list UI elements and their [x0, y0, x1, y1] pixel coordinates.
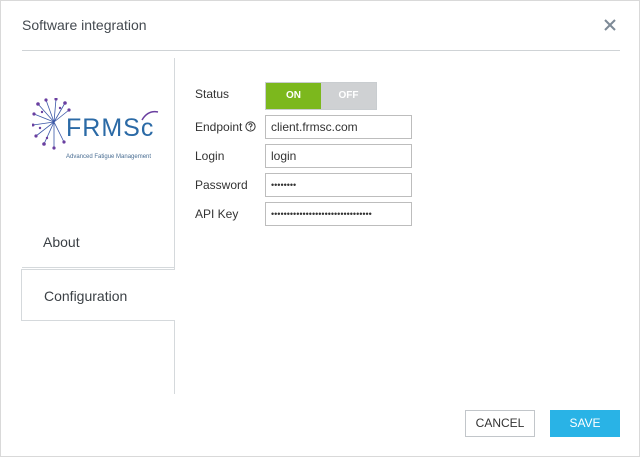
status-toggle[interactable]: ON OFF — [265, 82, 377, 110]
save-button[interactable]: SAVE — [550, 410, 620, 437]
status-on-button[interactable]: ON — [266, 83, 321, 109]
close-icon[interactable] — [600, 13, 620, 37]
sidebar-item-about[interactable]: About — [22, 216, 175, 268]
logo-tagline: Advanced Fatigue Management — [66, 154, 152, 160]
login-label: Login — [195, 149, 225, 163]
logo-swoosh-icon — [141, 110, 159, 121]
sidebar: FRMSc Advanced Fatigue Management About … — [21, 58, 175, 394]
password-label: Password — [195, 178, 248, 192]
login-input[interactable]: login — [265, 144, 412, 168]
status-label: Status — [195, 87, 230, 101]
question-circle-icon[interactable] — [245, 121, 256, 135]
status-off-button[interactable]: OFF — [321, 83, 376, 109]
api-key-input[interactable]: •••••••••••••••••••••••••••••••• — [265, 202, 412, 226]
password-input[interactable]: •••••••• — [265, 173, 412, 197]
sidebar-item-configuration[interactable]: Configuration — [21, 269, 175, 321]
sidebar-item-label: About — [43, 234, 80, 250]
endpoint-label: Endpoint — [195, 120, 256, 135]
frmsc-logo: FRMSc Advanced Fatigue Management — [32, 98, 162, 168]
dialog-header: Software integration — [22, 1, 620, 51]
endpoint-label-text: Endpoint — [195, 120, 243, 134]
endpoint-input[interactable]: client.frmsc.com — [265, 115, 412, 139]
software-integration-dialog: Software integration FRMSc Advanced Fati… — [0, 0, 640, 457]
cancel-button[interactable]: CANCEL — [465, 410, 535, 437]
sidebar-item-label: Configuration — [44, 288, 128, 304]
api-key-label: API Key — [195, 207, 239, 221]
dialog-title: Software integration — [22, 17, 147, 33]
